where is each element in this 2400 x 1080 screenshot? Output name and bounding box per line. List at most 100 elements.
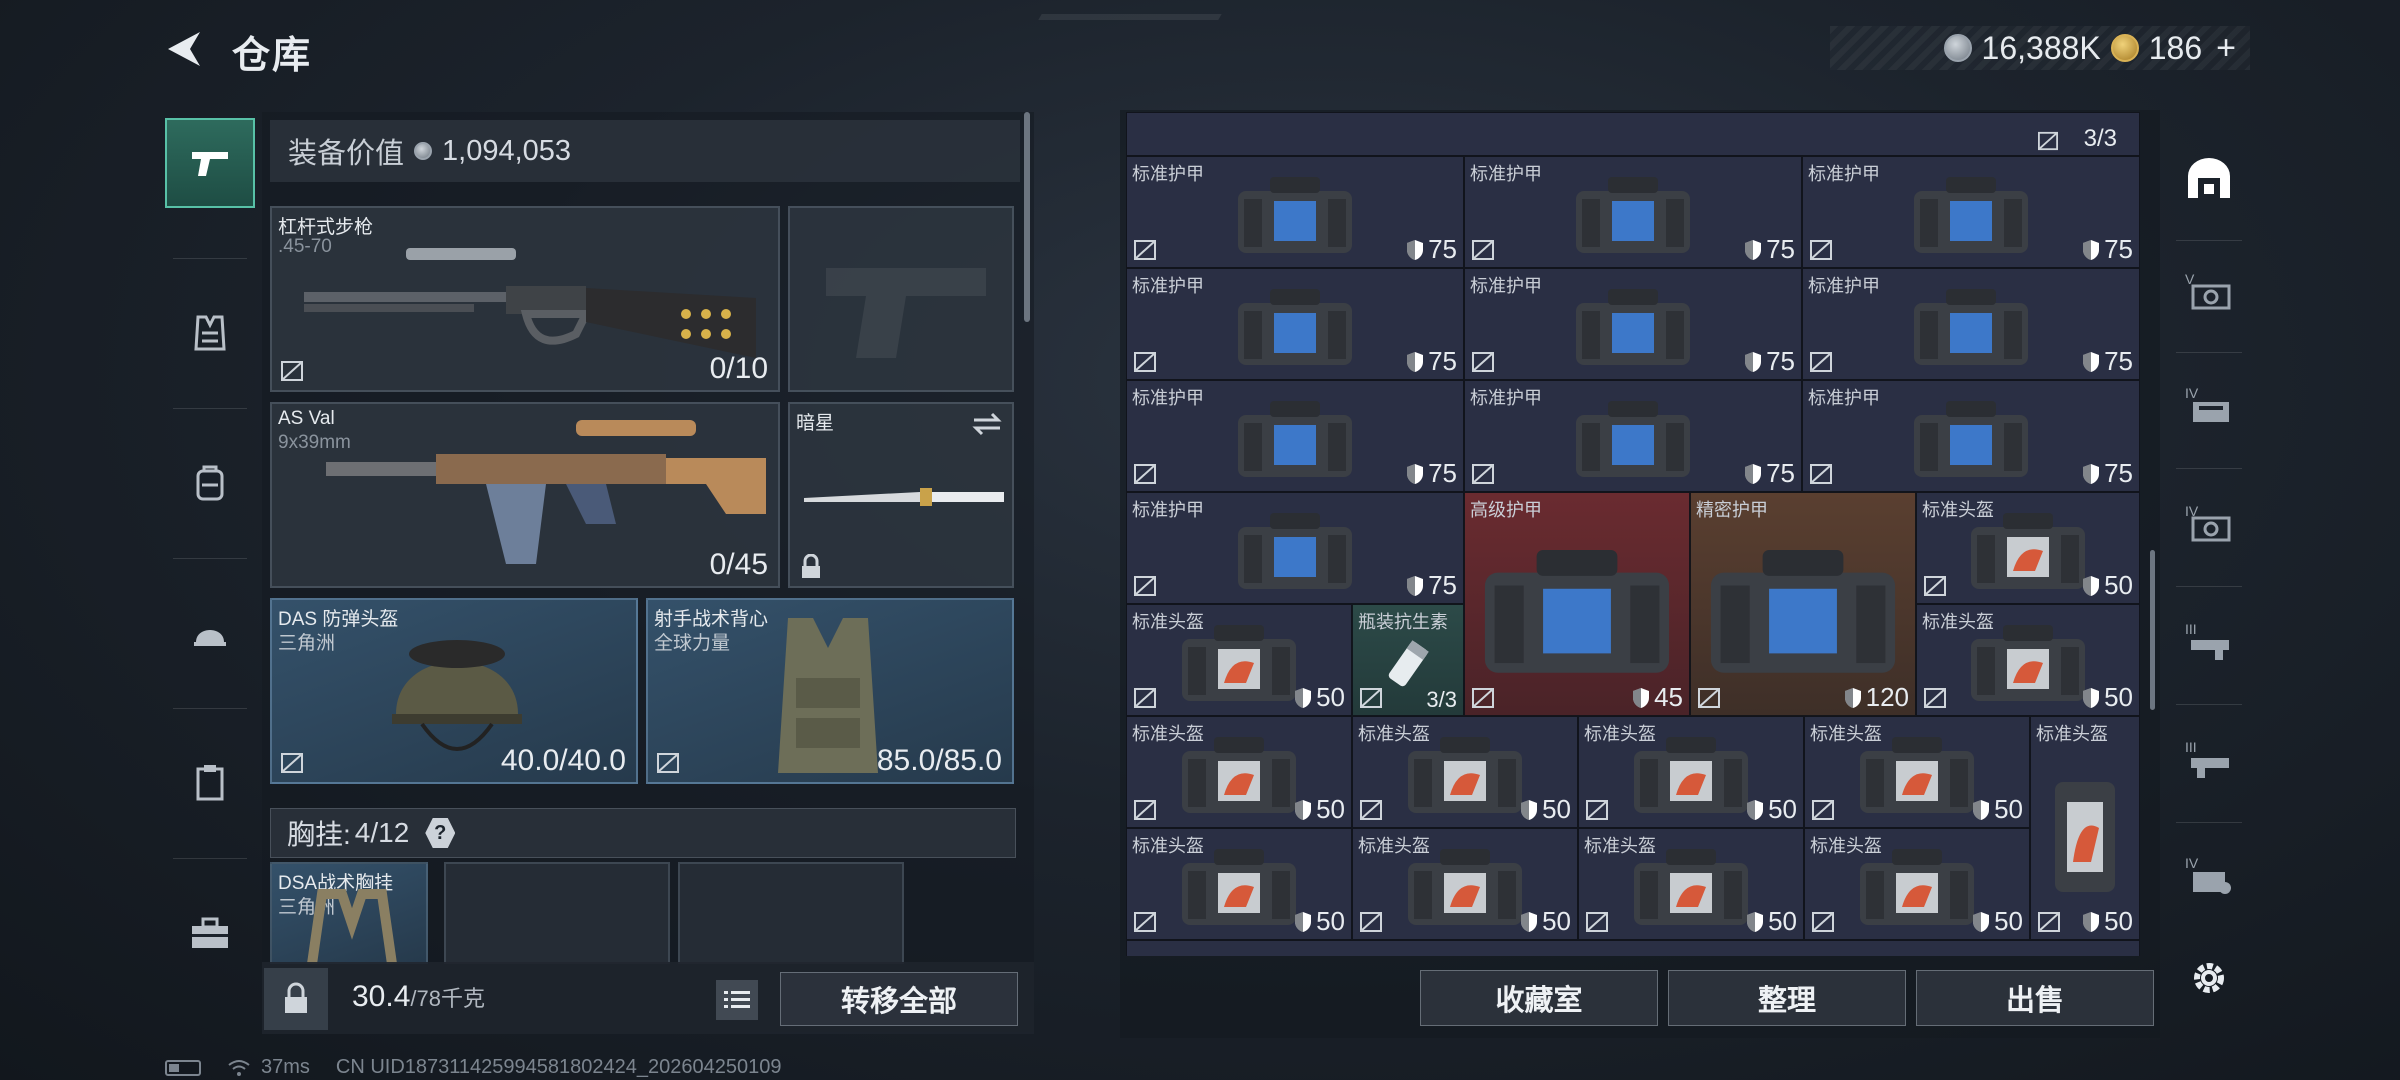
rail-tab-backpack[interactable]: [165, 438, 255, 528]
standard-helmet-item[interactable]: 标准头盔 50: [1352, 716, 1578, 828]
rail-tab-stash-v[interactable]: V: [2168, 252, 2250, 332]
rail-tab-stash-iv-a[interactable]: IV: [2168, 366, 2250, 446]
no-trade-icon: [2038, 131, 2058, 151]
standard-armor-item[interactable]: 标准护甲 75: [1126, 380, 1464, 492]
status-bar: 37ms CN UID18731142599458180242​4_202604…: [165, 1056, 782, 1079]
stash-scrollbar[interactable]: [2150, 550, 2155, 710]
item-value: 75: [1406, 346, 1457, 377]
no-trade-icon: [1360, 912, 1382, 932]
pistol-slot[interactable]: [788, 206, 1014, 392]
helmet-slot[interactable]: DAS 防弹头盔 三角洲 40.0/40.0: [270, 598, 638, 784]
shield-icon: [1745, 463, 1762, 484]
melee-slot[interactable]: 暗星: [788, 402, 1014, 588]
collection-room-button[interactable]: 收藏室: [1420, 970, 1658, 1026]
standard-helmet-item[interactable]: 标准头盔 50: [1916, 492, 2140, 604]
item-value: 75: [1744, 234, 1795, 265]
item-value-text: 75: [1766, 346, 1795, 376]
no-trade-icon: [1134, 912, 1156, 932]
help-icon[interactable]: ?: [425, 818, 456, 848]
armor-slot[interactable]: 射手战术背心 全球力量 85.0/85.0: [646, 598, 1014, 784]
chest-rig-empty-slot[interactable]: [444, 862, 670, 964]
carry-weight-current: 30.4: [352, 980, 411, 1013]
organize-button[interactable]: 整理: [1668, 970, 1906, 1026]
standard-armor-item[interactable]: 标准护甲 75: [1802, 380, 2140, 492]
helmet-case-image: [1860, 737, 1974, 814]
standard-helmet-item[interactable]: 标准头盔 50: [1126, 828, 1352, 940]
standard-helmet-item[interactable]: 标准头盔 50: [1126, 716, 1352, 828]
add-currency-button[interactable]: +: [2216, 29, 2236, 68]
rail-tab-stash-iv-c[interactable]: IV: [2168, 836, 2250, 916]
rail-tab-chest-rig[interactable]: [165, 288, 255, 378]
secondary-weapon-slot[interactable]: AS Val 9x39mm 0/45: [270, 402, 780, 588]
svg-text:IV: IV: [2185, 855, 2199, 871]
standard-armor-item[interactable]: 标准护甲 75: [1126, 492, 1464, 604]
item-value-text: 50: [1542, 794, 1571, 824]
standard-armor-item[interactable]: 标准护甲 75: [1464, 268, 1802, 380]
standard-helmet-item[interactable]: 标准头盔 50: [1916, 604, 2140, 716]
list-view-button[interactable]: [716, 980, 758, 1020]
settings-button[interactable]: [2168, 938, 2250, 1018]
rail-tab-stash-iv-b[interactable]: IV: [2168, 484, 2250, 564]
armor-case-image: [1238, 289, 1352, 366]
no-trade-icon: [1924, 576, 1946, 596]
shield-icon: [1633, 687, 1650, 708]
standard-armor-item[interactable]: 标准护甲 75: [1802, 268, 2140, 380]
no-trade-icon: [1360, 800, 1382, 820]
standard-armor-item[interactable]: 标准护甲 75: [1464, 156, 1802, 268]
silver-amount: 16,388K: [1981, 29, 2101, 66]
no-trade-icon: [1586, 800, 1608, 820]
standard-helmet-item[interactable]: 标准头盔 50: [1352, 828, 1578, 940]
shield-icon: [1295, 687, 1312, 708]
item-value-text: 75: [1428, 458, 1457, 488]
rail-tab-case[interactable]: [165, 738, 255, 828]
shield-icon: [1407, 239, 1424, 260]
antibiotic-item[interactable]: 瓶装抗生素 3/3: [1352, 604, 1464, 716]
back-button[interactable]: [160, 26, 210, 72]
standard-armor-item[interactable]: 标准护甲 75: [1464, 380, 1802, 492]
standard-helmet-item[interactable]: 标准头盔 50: [2030, 716, 2140, 940]
chest-rig-item[interactable]: DSA战术胸挂 三角洲: [270, 862, 428, 964]
item-name: 标准护甲: [1132, 388, 1204, 408]
armor-case-image: [1576, 177, 1690, 254]
rail-tab-weapons[interactable]: [165, 118, 255, 208]
item-value-text: 50: [1768, 906, 1797, 936]
chest-rig-empty-slot[interactable]: [678, 862, 904, 964]
shield-icon: [1747, 799, 1764, 820]
standard-helmet-item[interactable]: 标准头盔 50: [1804, 716, 2030, 828]
lock-button[interactable]: [264, 968, 328, 1030]
transfer-all-button[interactable]: 转移全部: [780, 972, 1018, 1026]
advanced-armor-item[interactable]: 高级护甲 45: [1464, 492, 1690, 716]
standard-helmet-item[interactable]: 标准头盔 50: [1804, 828, 2030, 940]
primary-weapon-slot[interactable]: 杠杆式步枪 .45-70 0/10: [270, 206, 780, 392]
swap-icon[interactable]: [970, 410, 1004, 438]
standard-armor-item[interactable]: 标准护甲 75: [1126, 268, 1464, 380]
standard-armor-item[interactable]: 标准护甲 75: [1802, 156, 2140, 268]
item-value: 75: [1744, 458, 1795, 489]
no-trade-icon: [1698, 688, 1720, 708]
helmet-faction: 三角洲: [278, 633, 336, 654]
rail-tab-stash-iii-b[interactable]: III: [2168, 720, 2250, 800]
rail-tab-all-stash[interactable]: [2168, 140, 2250, 220]
item-value-text: 3/3: [1426, 687, 1457, 712]
loadout-scrollbar[interactable]: [1024, 112, 1030, 322]
helmet-durability: 40.0/40.0: [500, 744, 626, 777]
item-value-text: 50: [1316, 794, 1345, 824]
precision-armor-item[interactable]: 精密护甲 120: [1690, 492, 1916, 716]
pistol-icon: [192, 152, 228, 176]
clipboard-icon: [196, 765, 224, 801]
sell-button[interactable]: 出售: [1916, 970, 2154, 1026]
standard-helmet-item[interactable]: 标准头盔 50: [1578, 716, 1804, 828]
no-trade-icon: [1924, 688, 1946, 708]
shield-icon: [2083, 575, 2100, 596]
item-value: 45: [1632, 682, 1683, 713]
standard-helmet-item[interactable]: 标准头盔 50: [1126, 604, 1352, 716]
rail-tab-helmet[interactable]: [165, 588, 255, 678]
rail-tab-stash-iii-a[interactable]: III: [2168, 602, 2250, 682]
standard-helmet-item[interactable]: 标准头盔 50: [1578, 828, 1804, 940]
rail-tab-toolbox[interactable]: [165, 888, 255, 978]
armor-case-image: [1710, 549, 1896, 673]
lever-rifle-image: [304, 248, 756, 358]
pistol-silhouette-icon: [826, 268, 986, 358]
standard-armor-item[interactable]: 标准护甲 75: [1126, 156, 1464, 268]
weapon-ammo: 0/45: [709, 548, 768, 581]
